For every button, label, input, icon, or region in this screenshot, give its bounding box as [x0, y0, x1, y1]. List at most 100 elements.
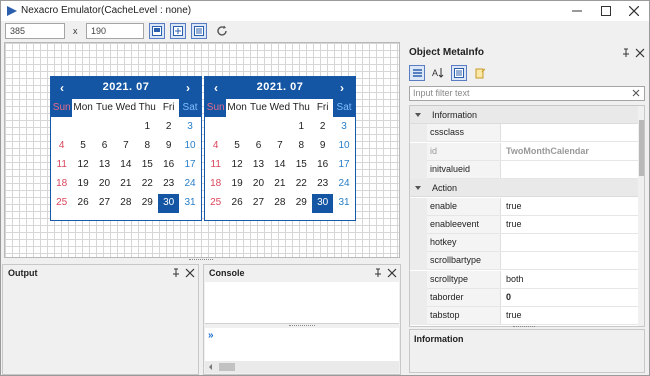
calendar-day[interactable]: 31	[333, 194, 354, 213]
console-input[interactable]: »	[205, 328, 399, 361]
zoom-button[interactable]	[170, 23, 186, 39]
close-icon[interactable]	[635, 48, 645, 58]
width-input[interactable]: 385	[5, 23, 65, 39]
calendar-day[interactable]: 15	[291, 156, 312, 175]
prev-month-button[interactable]: ‹	[55, 80, 69, 96]
console-scrollbar[interactable]	[205, 361, 399, 373]
property-group-information[interactable]: Information	[410, 106, 638, 124]
property-value[interactable]: true	[502, 198, 638, 215]
property-row[interactable]: tabstop true	[410, 307, 638, 326]
close-icon[interactable]	[185, 268, 195, 278]
calendar-day[interactable]: 13	[248, 156, 269, 175]
calendar-day[interactable]: 2	[158, 118, 179, 137]
calendar-day[interactable]: 26	[226, 194, 247, 213]
calendar-day[interactable]: 19	[72, 175, 93, 194]
calendar-day[interactable]: 12	[226, 156, 247, 175]
filter-input[interactable]: Input filter text	[409, 86, 645, 101]
meta-splitter[interactable]	[513, 326, 535, 328]
property-row[interactable]: enableevent true	[410, 215, 638, 234]
calendar-day[interactable]: 17	[333, 156, 354, 175]
close-icon[interactable]	[387, 268, 397, 278]
calendar-day[interactable]: 17	[179, 156, 200, 175]
properties-button[interactable]	[451, 65, 467, 81]
scroll-left-icon[interactable]	[207, 363, 215, 371]
console-splitter[interactable]	[289, 325, 315, 327]
horizontal-splitter[interactable]	[4, 258, 400, 263]
calendar-day[interactable]: 22	[291, 175, 312, 194]
splitter-grip[interactable]	[189, 259, 213, 261]
calendar-day[interactable]: 6	[248, 137, 269, 156]
calendar-day[interactable]: 27	[94, 194, 115, 213]
calendar-day[interactable]: 8	[291, 137, 312, 156]
calendar-day[interactable]: 20	[94, 175, 115, 194]
calendar-day[interactable]: 28	[115, 194, 136, 213]
calendar-day[interactable]: 19	[226, 175, 247, 194]
calendar-day[interactable]: 10	[179, 137, 200, 156]
calendar-day[interactable]: 28	[269, 194, 290, 213]
sort-alpha-button[interactable]: A	[430, 65, 446, 81]
collapse-arrow-icon[interactable]	[414, 184, 422, 192]
calendar-day[interactable]: 24	[179, 175, 200, 194]
calendar-day[interactable]: 1	[137, 118, 158, 137]
property-row[interactable]: initvalueid	[410, 160, 638, 179]
property-value[interactable]	[502, 252, 638, 269]
calendar-month-2[interactable]: ‹ 2021. 07 › Sun Mon Tue Wed Thu Fri Sat 1 2 3 4 5 6 7 8 9…	[204, 76, 356, 221]
property-row[interactable]: enable true	[410, 197, 638, 216]
property-value[interactable]	[502, 124, 638, 141]
scroll-thumb[interactable]	[639, 120, 644, 176]
calendar-day[interactable]: 8	[137, 137, 158, 156]
collapse-arrow-icon[interactable]	[414, 111, 422, 119]
clear-filter-icon[interactable]	[631, 88, 641, 98]
calendar-day[interactable]: 9	[312, 137, 333, 156]
calendar-day[interactable]: 11	[205, 156, 226, 175]
calendar-day[interactable]: 7	[115, 137, 136, 156]
calendar-day[interactable]: 14	[115, 156, 136, 175]
calendar-day[interactable]: 20	[248, 175, 269, 194]
calendar-day[interactable]: 1	[291, 118, 312, 137]
calendar-day[interactable]: 30	[311, 194, 334, 213]
layout-button[interactable]	[191, 23, 207, 39]
calendar-day[interactable]: 12	[72, 156, 93, 175]
calendar-day[interactable]: 2	[312, 118, 333, 137]
calendar-day[interactable]: 16	[312, 156, 333, 175]
calendar-day[interactable]: 22	[137, 175, 158, 194]
calendar-day[interactable]: 16	[158, 156, 179, 175]
maximize-button[interactable]	[592, 2, 620, 20]
property-row[interactable]: id TwoMonthCalendar	[410, 142, 638, 161]
calendar-day[interactable]: 18	[205, 175, 226, 194]
calendar-day[interactable]: 27	[248, 194, 269, 213]
property-value[interactable]	[502, 161, 638, 178]
next-month-button[interactable]: ›	[335, 80, 349, 96]
prev-month-button[interactable]: ‹	[209, 80, 223, 96]
calendar-day[interactable]: 23	[312, 175, 333, 194]
calendar-day[interactable]: 15	[137, 156, 158, 175]
events-button[interactable]	[472, 65, 488, 81]
calendar-day[interactable]: 10	[333, 137, 354, 156]
fit-screen-button[interactable]	[149, 23, 165, 39]
calendar-day[interactable]: 18	[51, 175, 72, 194]
calendar-day[interactable]: 11	[51, 156, 72, 175]
calendar-day[interactable]: 6	[94, 137, 115, 156]
calendar-day[interactable]: 26	[72, 194, 93, 213]
property-group-action[interactable]: Action	[410, 179, 638, 198]
property-row[interactable]: scrollbartype	[410, 252, 638, 271]
next-month-button[interactable]: ›	[181, 80, 195, 96]
property-row[interactable]: scrolltype both	[410, 270, 638, 289]
category-view-button[interactable]	[409, 65, 425, 81]
calendar-day[interactable]: 30	[157, 194, 180, 213]
calendar-day[interactable]: 3	[333, 118, 354, 137]
scroll-thumb[interactable]	[219, 363, 235, 371]
calendar-day[interactable]: 29	[137, 194, 158, 213]
calendar-day[interactable]: 3	[179, 118, 200, 137]
close-window-button[interactable]	[620, 2, 648, 20]
pin-icon[interactable]	[373, 268, 383, 278]
pin-icon[interactable]	[621, 48, 631, 58]
property-row[interactable]: taborder 0	[410, 289, 638, 307]
calendar-day[interactable]: 13	[94, 156, 115, 175]
calendar-day[interactable]: 21	[115, 175, 136, 194]
design-canvas[interactable]: ‹ 2021. 07 › Sun Mon Tue Wed Thu Fri Sat 1 2 3 4 5 6 7 8 9…	[4, 42, 400, 258]
property-value[interactable]: true	[502, 307, 638, 324]
calendar-month-1[interactable]: ‹ 2021. 07 › Sun Mon Tue Wed Thu Fri Sat 1 2 3 4 5 6 7 8 9…	[50, 76, 202, 221]
calendar-day[interactable]: 7	[269, 137, 290, 156]
pin-icon[interactable]	[171, 268, 181, 278]
